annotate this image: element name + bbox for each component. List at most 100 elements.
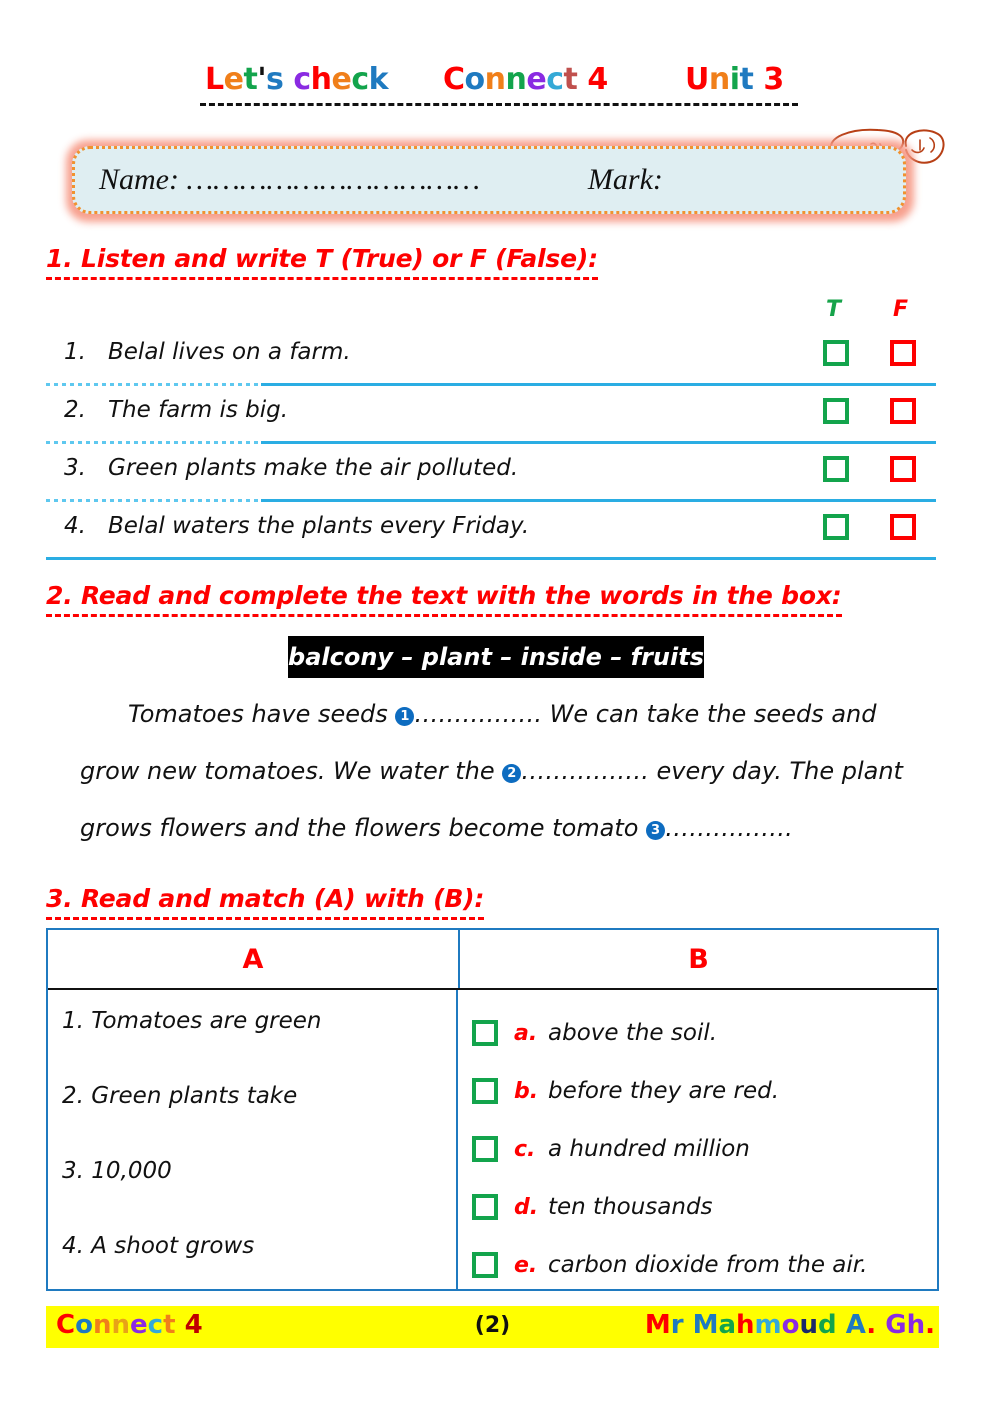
colored-letter: n <box>505 62 527 97</box>
match-checkbox[interactable] <box>472 1136 498 1162</box>
title-lets-check: Let's check <box>205 62 389 97</box>
colored-letter: o <box>781 1310 800 1340</box>
list-item: 1. Tomatoes are green <box>62 1008 322 1034</box>
match-checkbox[interactable] <box>472 1252 498 1278</box>
paragraph-part-1: Tomatoes have seeds <box>128 700 396 728</box>
colored-letter <box>753 62 763 97</box>
blank-marker-2[interactable]: 2 <box>502 764 522 783</box>
match-checkbox[interactable] <box>472 1078 498 1104</box>
checkbox-true[interactable] <box>823 398 849 424</box>
list-item: d. ten thousands <box>472 1178 937 1236</box>
colored-letter: t <box>739 62 754 97</box>
word-bank-box: balcony – plant – inside – fruits <box>288 636 704 678</box>
namebox-inner: Name: …………………………… Mark: <box>72 146 906 214</box>
page-footer: Connect 4 (2) Mr Mahmoud A. Gh. <box>46 1306 939 1348</box>
colored-letter: 4 <box>587 62 608 97</box>
colored-letter: i <box>729 62 740 97</box>
list-item: 2. Green plants take <box>62 1083 298 1109</box>
option-text: carbon dioxide from the air. <box>548 1252 868 1278</box>
colored-letter: o <box>464 62 486 97</box>
option-text: before they are red. <box>548 1078 780 1104</box>
checkbox-false[interactable] <box>890 514 916 540</box>
item-number: 2. <box>64 397 86 423</box>
colored-letter: G <box>885 1310 907 1340</box>
colored-letter <box>577 62 587 97</box>
colored-letter: s <box>266 62 284 97</box>
column-header-true: T <box>826 297 842 322</box>
item-number: 3. <box>64 455 86 481</box>
checkbox-false[interactable] <box>890 340 916 366</box>
colored-letter: e <box>331 62 352 97</box>
item-text: Belal lives on a farm. <box>108 339 351 365</box>
option-letter: d. <box>514 1194 539 1220</box>
item-text: Green plants make the air polluted. <box>108 455 519 481</box>
colored-letter: . <box>866 1310 877 1340</box>
colored-letter: d <box>818 1310 837 1340</box>
section-2-heading: 2. Read and complete the text with the w… <box>46 581 842 617</box>
name-field-label[interactable]: Name: …………………………… <box>99 163 480 197</box>
colored-letter: m <box>754 1310 782 1340</box>
matching-table-body: 1. Tomatoes are green 2. Green plants ta… <box>48 990 937 1289</box>
header-divider-rule <box>200 103 798 106</box>
list-item: e. carbon dioxide from the air. <box>472 1236 937 1294</box>
table-row: 1. Belal lives on a farm. <box>46 328 936 383</box>
colored-letter: M <box>644 1310 671 1340</box>
list-item: a. above the soil. <box>472 1004 937 1062</box>
matching-table: A B 1. Tomatoes are green 2. Green plant… <box>46 928 939 1291</box>
student-info-box: Name: …………………………… Mark: <box>66 140 914 222</box>
colored-letter: ' <box>257 62 267 97</box>
item-number: 4. <box>64 513 86 539</box>
colored-letter: L <box>205 62 224 97</box>
list-item: c. a hundred million <box>472 1120 937 1178</box>
list-item: 3. 10,000 <box>62 1158 172 1184</box>
option-letter: e. <box>514 1252 538 1278</box>
section-3-heading: 3. Read and match (A) with (B): <box>46 884 484 920</box>
colored-letter <box>684 1310 693 1340</box>
blank-marker-3[interactable]: 3 <box>646 821 666 840</box>
checkbox-false[interactable] <box>890 456 916 482</box>
colored-letter: h <box>906 1310 926 1340</box>
list-item: b. before they are red. <box>472 1062 937 1120</box>
section-1-list: 1. Belal lives on a farm. 2. The farm is… <box>46 328 936 560</box>
colored-letter: r <box>670 1310 684 1340</box>
colored-letter: . <box>925 1310 935 1340</box>
colored-letter: h <box>310 62 332 97</box>
option-text: above the soil. <box>548 1020 718 1046</box>
option-letter: b. <box>514 1078 539 1104</box>
list-item: 4. A shoot grows <box>62 1233 255 1259</box>
colored-letter: M <box>692 1310 719 1340</box>
matching-table-header-row: A B <box>48 930 937 990</box>
match-checkbox[interactable] <box>472 1194 498 1220</box>
colored-letter: u <box>799 1310 818 1340</box>
match-checkbox[interactable] <box>472 1020 498 1046</box>
section-2-paragraph: Tomatoes have seeds 1……………. We can take … <box>80 686 940 857</box>
title-connect-4: Connect 4 <box>443 62 608 97</box>
checkbox-false[interactable] <box>890 398 916 424</box>
section-1-heading: 1. Listen and write T (True) or F (False… <box>46 244 598 280</box>
blank-marker-1[interactable]: 1 <box>395 707 415 726</box>
paragraph-part-4: ……………. <box>665 814 793 842</box>
colored-letter: e <box>223 62 244 97</box>
colored-letter: C <box>443 62 465 97</box>
colored-letter: n <box>484 62 506 97</box>
mark-field-label[interactable]: Mark: <box>588 163 663 197</box>
colored-letter: t <box>243 62 258 97</box>
colored-letter <box>876 1310 885 1340</box>
colored-letter <box>283 62 293 97</box>
item-text: The farm is big. <box>108 397 289 423</box>
column-a: 1. Tomatoes are green 2. Green plants ta… <box>48 990 458 1289</box>
checkbox-true[interactable] <box>823 514 849 540</box>
table-row: 4. Belal waters the plants every Friday. <box>46 499 936 560</box>
item-number: 1. <box>64 339 86 365</box>
option-letter: c. <box>514 1136 536 1162</box>
colored-letter: n <box>708 62 730 97</box>
checkbox-true[interactable] <box>823 456 849 482</box>
option-text: a hundred million <box>548 1136 750 1162</box>
colored-letter <box>837 1310 846 1340</box>
table-row: 3. Green plants make the air polluted. <box>46 441 936 499</box>
checkbox-true[interactable] <box>823 340 849 366</box>
option-text: ten thousands <box>548 1194 713 1220</box>
colored-letter: t <box>563 62 578 97</box>
colored-letter: U <box>685 62 709 97</box>
colored-letter: h <box>736 1310 755 1340</box>
